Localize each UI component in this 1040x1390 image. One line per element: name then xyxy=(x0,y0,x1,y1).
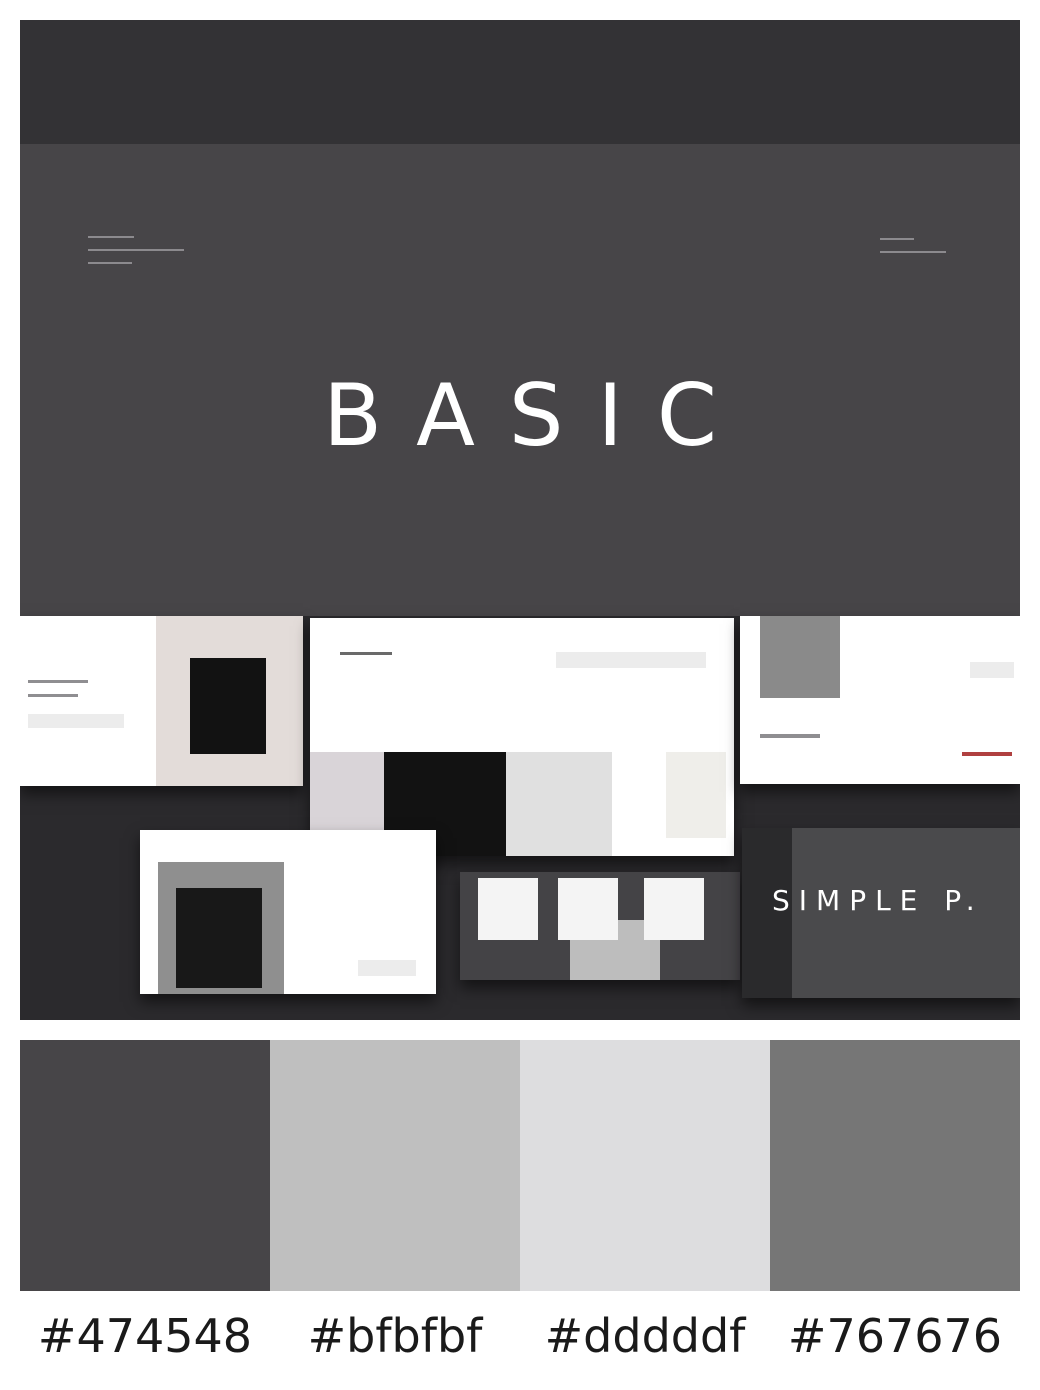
hero-caption-right xyxy=(880,238,946,264)
color-hex-label: #bfbfbf xyxy=(307,1309,483,1363)
slide-thumbnails: SIMPLE P. xyxy=(20,616,1020,1020)
color-labels: #474548 #bfbfbf #dddddf #767676 xyxy=(20,1306,1020,1366)
slide-title: SIMPLE P. xyxy=(772,884,984,917)
color-swatch xyxy=(20,1040,270,1291)
slide-thumbnail xyxy=(310,618,734,856)
hero-caption-left xyxy=(88,236,184,275)
slide-thumbnail xyxy=(20,616,303,786)
color-hex-label: #dddddf xyxy=(544,1309,746,1363)
photo xyxy=(190,658,266,754)
photo xyxy=(506,752,612,856)
color-palette xyxy=(20,1040,1020,1291)
slide-thumbnail: SIMPLE P. xyxy=(742,828,1020,998)
slide-thumbnail xyxy=(460,872,740,980)
hero-slide: BASIC xyxy=(20,144,1020,616)
slide-thumbnail xyxy=(740,616,1020,784)
template-preview-image: BASIC SIMPLE P. xyxy=(20,20,1020,1020)
photo xyxy=(760,616,840,698)
top-bar xyxy=(20,20,1020,144)
hero-title: BASIC xyxy=(323,366,751,466)
color-hex-label: #474548 xyxy=(37,1309,253,1363)
color-swatch xyxy=(770,1040,1020,1291)
color-hex-label: #767676 xyxy=(787,1309,1003,1363)
color-swatch xyxy=(520,1040,770,1291)
color-swatch xyxy=(270,1040,520,1291)
slide-thumbnail xyxy=(140,830,436,994)
